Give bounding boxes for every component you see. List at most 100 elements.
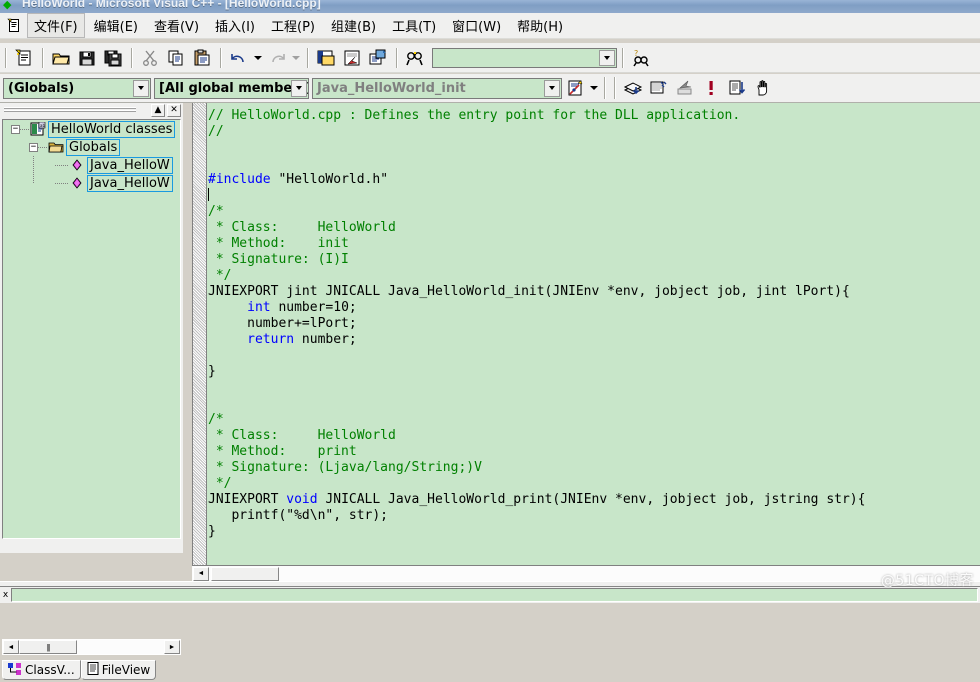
resource-icon[interactable] bbox=[366, 46, 390, 70]
code-editor[interactable]: // HelloWorld.cpp : Defines the entry po… bbox=[192, 103, 980, 565]
code-line: printf("%d\n", str); bbox=[208, 508, 980, 524]
wizardbar-action-icon[interactable] bbox=[563, 76, 587, 100]
window-title: HelloWorld - Microsoft Visual C++ - [Hel… bbox=[22, 0, 321, 10]
build-icon[interactable] bbox=[647, 76, 671, 100]
go-icon[interactable] bbox=[725, 76, 749, 100]
output-window-icon[interactable] bbox=[340, 46, 364, 70]
app-icon: ◆ bbox=[3, 0, 12, 11]
code-line: JNIEXPORT void JNICALL Java_HelloWorld_p… bbox=[208, 492, 980, 508]
scroll-left-glyph: ◄ bbox=[197, 570, 205, 577]
scroll-left-arrow-icon[interactable]: ◄ bbox=[3, 640, 19, 654]
tree-item-globals[interactable]: − Globals bbox=[3, 138, 180, 156]
code-comment: /* bbox=[208, 412, 224, 427]
members-combo[interactable]: [All global members] bbox=[154, 77, 309, 99]
menu-file[interactable]: 文件(F) bbox=[27, 13, 85, 38]
stop-build-icon[interactable] bbox=[673, 76, 697, 100]
code-text: number; bbox=[294, 332, 357, 347]
code-line: * Signature: (Ljava/lang/String;)V bbox=[208, 460, 980, 476]
cut-icon[interactable] bbox=[138, 46, 162, 70]
close-icon[interactable]: ✕ bbox=[167, 103, 181, 117]
function-combo[interactable]: Java_HelloWorld_init bbox=[312, 77, 562, 99]
code-comment: * Method: print bbox=[208, 444, 357, 459]
compile-icon[interactable] bbox=[621, 76, 645, 100]
scrollbar-thumb[interactable] bbox=[211, 566, 279, 581]
tree-item-java-helloworld-init[interactable]: Java_HelloW bbox=[3, 156, 180, 174]
menu-project-label: 工程(P) bbox=[271, 20, 315, 35]
tab-classview[interactable]: ClassV... bbox=[2, 660, 81, 680]
open-folder-icon[interactable] bbox=[49, 46, 73, 70]
scroll-right-arrow-icon[interactable]: ► bbox=[164, 640, 180, 654]
paste-icon[interactable] bbox=[190, 46, 214, 70]
scope-combo-value: (Globals) bbox=[8, 80, 75, 96]
menu-view[interactable]: 查看(V) bbox=[147, 13, 206, 38]
scrollbar-track[interactable] bbox=[77, 640, 164, 654]
document-icon[interactable] bbox=[4, 16, 24, 36]
editor-selection-margin[interactable] bbox=[193, 103, 207, 565]
editor-horizontal-scrollbar[interactable]: ◄ bbox=[192, 565, 980, 581]
code-comment: * Signature: (Ljava/lang/String;)V bbox=[208, 460, 482, 475]
save-all-icon[interactable] bbox=[101, 46, 125, 70]
tree-item-java-helloworld-print[interactable]: Java_HelloW bbox=[3, 174, 180, 192]
tab-fileview[interactable]: FileView bbox=[80, 660, 157, 680]
save-icon[interactable] bbox=[75, 46, 99, 70]
code-line: JNIEXPORT jint JNICALL Java_HelloWorld_i… bbox=[208, 284, 980, 300]
classview-tree[interactable]: − ab HelloWorld classes − Globals Java_H… bbox=[2, 119, 181, 539]
code-comment: * Signature: (I)I bbox=[208, 252, 349, 267]
tree-connector bbox=[55, 164, 69, 166]
wizardbar-dropdown-arrow[interactable] bbox=[588, 76, 600, 100]
menu-tools[interactable]: 工具(T) bbox=[385, 13, 443, 38]
redo-icon[interactable] bbox=[265, 46, 289, 70]
scope-combo-arrow[interactable] bbox=[133, 79, 149, 97]
folder-icon bbox=[48, 140, 64, 154]
code-preprocessor: #include bbox=[208, 172, 271, 187]
workspace-horizontal-scrollbar[interactable]: ◄ ||| ► bbox=[2, 639, 181, 655]
menu-project[interactable]: 工程(P) bbox=[264, 13, 322, 38]
menu-window[interactable]: 窗口(W) bbox=[445, 13, 508, 38]
find-in-files-icon[interactable] bbox=[403, 46, 427, 70]
menu-help-label: 帮助(H) bbox=[517, 20, 564, 35]
find-next-icon[interactable]: ? bbox=[629, 46, 653, 70]
function-combo-arrow[interactable] bbox=[544, 79, 560, 97]
source-code-text[interactable]: // HelloWorld.cpp : Defines the entry po… bbox=[208, 108, 980, 565]
scope-combo[interactable]: (Globals) bbox=[3, 77, 151, 99]
execute-icon[interactable] bbox=[699, 76, 723, 100]
members-combo-arrow[interactable] bbox=[291, 79, 307, 97]
menu-build[interactable]: 组建(B) bbox=[324, 13, 383, 38]
workspace-icon[interactable] bbox=[314, 46, 338, 70]
code-line bbox=[208, 188, 980, 204]
code-text: number+=lPort; bbox=[208, 316, 357, 331]
find-combo[interactable] bbox=[432, 47, 617, 68]
insert-breakpoint-icon[interactable] bbox=[751, 76, 775, 100]
output-text-area[interactable] bbox=[11, 588, 978, 602]
code-comment: * Class: HelloWorld bbox=[208, 220, 396, 235]
tree-connector bbox=[38, 146, 48, 148]
workspace-drag-grip[interactable] bbox=[4, 107, 136, 113]
tree-expander-icon[interactable]: − bbox=[29, 142, 38, 152]
code-line: } bbox=[208, 524, 980, 540]
tree-connector bbox=[20, 128, 30, 130]
new-document-icon[interactable] bbox=[12, 46, 36, 70]
find-dropdown-arrow[interactable] bbox=[599, 49, 615, 66]
tree-expander-icon[interactable]: − bbox=[11, 124, 20, 134]
redo-dropdown-arrow[interactable] bbox=[290, 46, 302, 70]
scrollbar-thumb[interactable]: ||| bbox=[19, 640, 77, 654]
menu-help[interactable]: 帮助(H) bbox=[510, 13, 570, 38]
scrollbar-thumb-grip: ||| bbox=[46, 642, 50, 652]
workspace-tabs: ClassV... FileView bbox=[2, 660, 187, 682]
code-comment: /* bbox=[208, 204, 224, 219]
close-icon[interactable]: x bbox=[0, 588, 11, 602]
copy-icon[interactable] bbox=[164, 46, 188, 70]
toolbar-separator bbox=[220, 47, 221, 68]
menu-insert[interactable]: 插入(I) bbox=[208, 13, 262, 38]
minimize-icon[interactable]: ▲ bbox=[151, 103, 165, 117]
menu-edit[interactable]: 编辑(E) bbox=[87, 13, 145, 38]
code-text: JNICALL Java_HelloWorld_print(JNIEnv *en… bbox=[317, 492, 866, 507]
undo-icon[interactable] bbox=[227, 46, 251, 70]
undo-dropdown-arrow[interactable] bbox=[252, 46, 264, 70]
code-text: printf("%d\n", str); bbox=[208, 508, 389, 523]
code-text: "HelloWorld.h" bbox=[270, 172, 389, 187]
scroll-left-arrow-icon[interactable]: ◄ bbox=[193, 566, 209, 581]
tree-item-helloworld-classes[interactable]: − ab HelloWorld classes bbox=[3, 120, 180, 138]
tab-classview-label: ClassV... bbox=[25, 663, 75, 677]
